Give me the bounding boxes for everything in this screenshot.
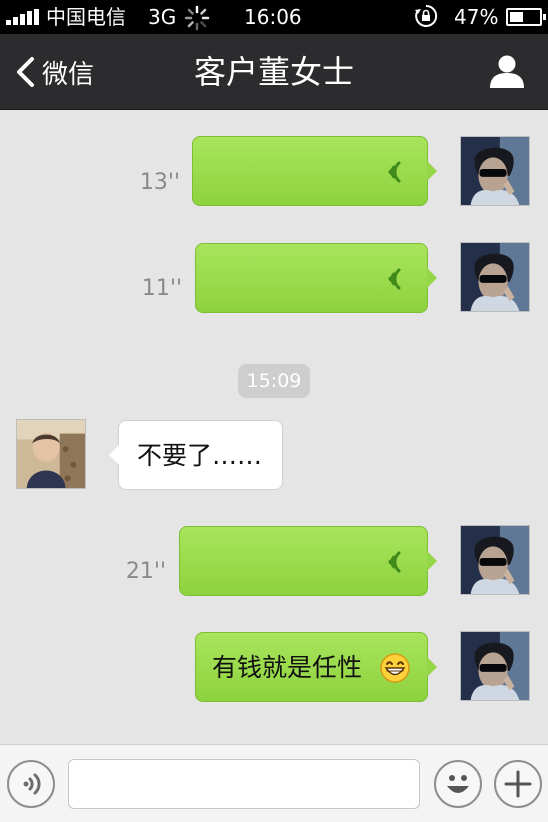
voice-duration: 13'' [139, 170, 180, 195]
battery-percent: 47% [454, 5, 499, 29]
my-avatar[interactable] [460, 525, 530, 595]
plus-icon [504, 770, 532, 798]
contact-avatar[interactable] [16, 419, 86, 489]
voice-message-bubble[interactable] [192, 136, 437, 206]
voice-input-button[interactable] [7, 760, 55, 808]
status-bar: 中国电信 3G 16:06 47% [0, 0, 548, 34]
carrier-name: 中国电信 [46, 5, 126, 29]
text-message-bubble[interactable]: 有钱就是任性 [195, 632, 437, 702]
message-text: 不要了…… [137, 441, 263, 470]
person-icon[interactable] [488, 52, 526, 90]
timestamp-divider: 15:09 [238, 364, 310, 398]
user-photo-icon [461, 526, 529, 594]
chat-title: 客户董女士 [193, 53, 354, 91]
voice-message-bubble[interactable] [195, 243, 437, 313]
user-photo-icon [461, 243, 529, 311]
rotation-lock-icon [415, 4, 438, 27]
input-bar [0, 744, 548, 822]
signal-strength-icon [6, 9, 42, 25]
clock: 16:06 [244, 5, 302, 29]
baby-photo-icon [17, 420, 85, 488]
user-photo-icon [461, 632, 529, 700]
voice-duration: 11'' [141, 276, 182, 301]
my-avatar[interactable] [460, 242, 530, 312]
text-message-bubble[interactable]: 不要了…… [109, 420, 283, 490]
network-type: 3G [148, 5, 177, 29]
my-avatar[interactable] [460, 136, 530, 206]
user-photo-icon [461, 137, 529, 205]
my-avatar[interactable] [460, 631, 530, 701]
loading-spinner-icon [184, 5, 210, 31]
smiley-icon [447, 775, 469, 793]
battery-icon [506, 8, 546, 26]
voice-wave-icon [388, 551, 401, 573]
message-input[interactable] [68, 759, 420, 809]
voice-wave-icon [23, 773, 41, 795]
grin-emoji-icon [380, 653, 410, 683]
voice-duration: 21'' [125, 559, 166, 584]
emoji-button[interactable] [434, 760, 482, 808]
voice-wave-icon [388, 161, 401, 183]
nav-bar: 微信 客户董女士 [0, 34, 548, 110]
message-text: 有钱就是任性 [212, 653, 363, 682]
chat-area: 13'' 11'' 15:09 不要了…… 21'' 有钱就是任性 [0, 110, 548, 744]
voice-message-bubble[interactable] [179, 526, 437, 596]
voice-wave-icon [388, 268, 401, 290]
more-options-button[interactable] [494, 760, 542, 808]
